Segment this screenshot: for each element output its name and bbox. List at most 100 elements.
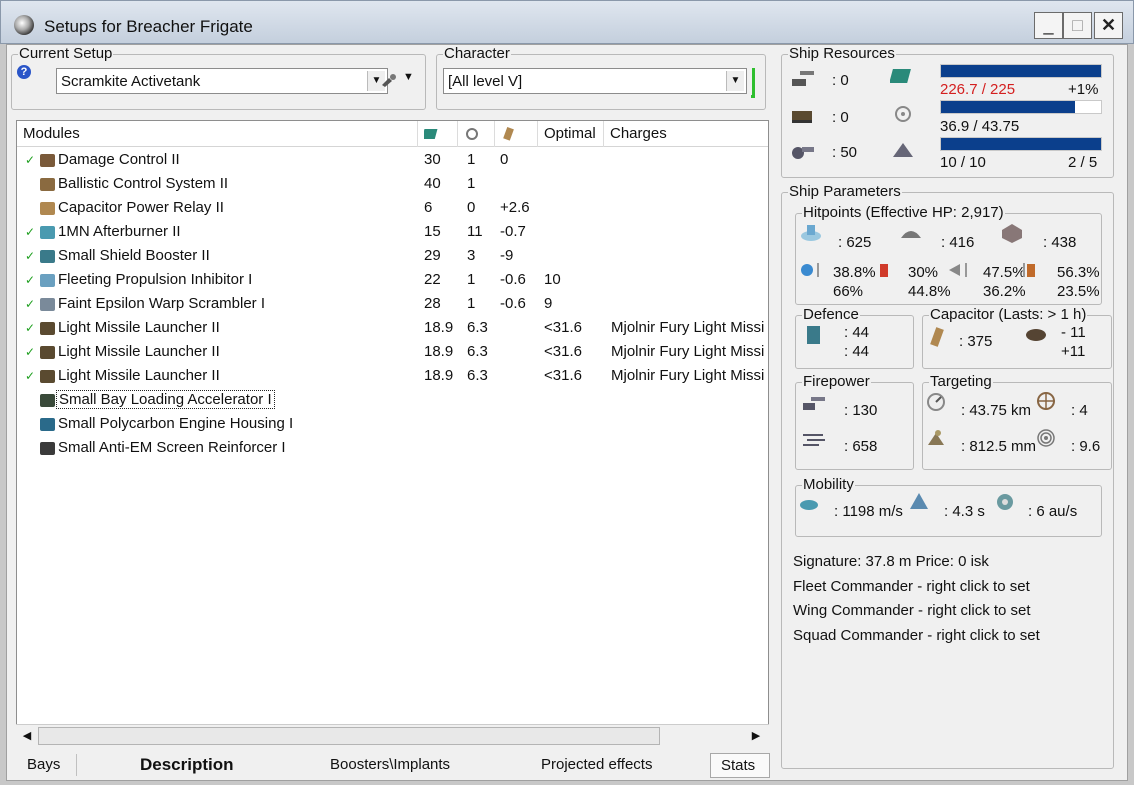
module-icon [40, 418, 55, 431]
active-check-icon: ✓ [25, 153, 36, 167]
sensor-strength-value: : 9.6 [1071, 438, 1101, 455]
module-icon [40, 394, 55, 407]
column-powergrid[interactable] [458, 121, 495, 147]
module-capacitor: -0.6 [500, 271, 526, 288]
modules-table-header: Modules Optimal Charges [17, 121, 768, 147]
tab-bays[interactable]: Bays [27, 756, 60, 773]
close-button[interactable]: ✕ [1094, 12, 1123, 39]
module-icon [40, 370, 55, 383]
module-powergrid: 6.3 [467, 367, 488, 384]
minimize-button[interactable]: _ [1034, 12, 1063, 39]
module-cpu: 30 [424, 151, 441, 168]
module-name: Capacitor Power Relay II [58, 199, 224, 216]
squad-commander-text[interactable]: Squad Commander - right click to set [793, 627, 1040, 644]
module-powergrid: 6.3 [467, 343, 488, 360]
setup-select[interactable]: Scramkite Activetank ▼ [56, 68, 388, 94]
scroll-thumb[interactable] [38, 727, 660, 745]
fleet-commander-text[interactable]: Fleet Commander - right click to set [793, 578, 1030, 595]
warp-speed-value: : 6 au/s [1028, 503, 1078, 520]
module-row[interactable]: ✓ Faint Epsilon Warp Scrambler I 28 1 -0.6 9 [17, 292, 768, 316]
align-time-value: : 4.3 s [944, 503, 985, 520]
structure-hp-icon [1002, 224, 1022, 243]
column-modules[interactable]: Modules [17, 121, 418, 147]
armor-hp-icon [901, 231, 921, 238]
module-name: Small Shield Booster II [58, 247, 210, 264]
tab-boosters-implants[interactable]: Boosters\Implants [330, 756, 450, 773]
setup-select-value: Scramkite Activetank [61, 73, 201, 90]
column-optimal[interactable]: Optimal [538, 121, 604, 147]
slots-bar [940, 137, 1102, 151]
capacitor-legend: Capacitor (Lasts: > 1 h) [929, 306, 1088, 323]
module-optimal: <31.6 [544, 367, 582, 384]
maximize-button[interactable]: □ [1063, 12, 1092, 39]
chevron-down-icon[interactable]: ▼ [726, 71, 744, 91]
max-targets-value: : 4 [1071, 402, 1088, 419]
module-row[interactable]: Ballistic Control System II 40 1 [17, 172, 768, 196]
column-capacitor[interactable] [495, 121, 538, 147]
scroll-right-button[interactable]: ▶ [747, 727, 765, 745]
hitpoints-legend: Hitpoints (Effective HP: 2,917) [802, 204, 1005, 221]
setup-tool-icon[interactable] [380, 72, 398, 88]
module-icon [40, 250, 55, 263]
module-row[interactable]: ✓ Light Missile Launcher II 18.9 6.3 <31.6 Mj… [17, 340, 768, 364]
tab-stats[interactable]: Stats [710, 753, 770, 778]
character-select[interactable]: [All level V] ▼ [443, 68, 747, 94]
horizontal-scrollbar[interactable]: ◀ ▶ [16, 724, 769, 746]
module-powergrid: 11 [467, 223, 483, 240]
app-icon [14, 15, 34, 35]
defence-value-1: : 44 [844, 324, 870, 341]
powergrid-bar [940, 100, 1102, 114]
column-cpu[interactable] [418, 121, 458, 147]
firepower-value-1: : 130 [844, 402, 878, 419]
shield-boost-icon [807, 326, 820, 344]
calibration-value: : 50 [832, 144, 858, 161]
module-row[interactable]: ✓ 1MN Afterburner II 15 11 -0.7 [17, 220, 768, 244]
powergrid-icon [895, 106, 911, 122]
module-name: Fleeting Propulsion Inhibitor I [58, 271, 253, 288]
capacitor-group: Capacitor (Lasts: > 1 h) : 375 - 11 +11 [922, 306, 1112, 369]
module-icon [40, 202, 55, 215]
cpu-icon [890, 69, 911, 83]
kinetic-resist-icon [949, 263, 967, 277]
module-cpu: 6 [424, 199, 433, 216]
capacitor-delta-1: - 11 [1061, 324, 1086, 341]
resist-kinetic-2: 36.2% [983, 283, 1026, 300]
ship-parameters-group: Ship Parameters Hitpoints (Effective HP:… [781, 183, 1114, 769]
capacitor-amount: : 375 [959, 333, 993, 350]
cpu-icon [421, 129, 438, 139]
cpu-usage-text: 226.7 / 225 [940, 81, 1016, 98]
module-row[interactable]: ✓ Damage Control II 30 1 0 [17, 148, 768, 172]
scan-resolution-icon [928, 430, 944, 445]
module-capacitor: -0.6 [500, 295, 526, 312]
module-charges: Mjolnir Fury Light Missi [611, 367, 765, 384]
module-name: Small Anti-EM Screen Reinforcer I [58, 439, 286, 456]
module-name: Damage Control II [58, 151, 180, 168]
module-cpu: 18.9 [424, 319, 454, 336]
thermal-resist-icon [880, 264, 888, 277]
tab-projected-effects[interactable]: Projected effects [541, 756, 652, 773]
defence-group: Defence : 44 : 44 [795, 306, 914, 369]
targeting-range-value: : 43.75 km [961, 402, 1032, 419]
module-row[interactable]: ✓ Light Missile Launcher II 18.9 6.3 <31.6 Mj… [17, 316, 768, 340]
firepower-group: Firepower : 130 : 658 [795, 373, 914, 470]
help-icon[interactable]: ? [17, 65, 31, 79]
column-charges[interactable]: Charges [604, 121, 768, 147]
module-row[interactable]: ✓ Small Shield Booster II 29 3 -9 [17, 244, 768, 268]
title-bar: Setups for Breacher Frigate _ □ ✕ [0, 0, 1134, 44]
wing-commander-text[interactable]: Wing Commander - right click to set [793, 602, 1031, 619]
ship-parameters-legend: Ship Parameters [788, 183, 902, 200]
active-check-icon: ✓ [25, 345, 36, 359]
module-row[interactable]: ✓ Fleeting Propulsion Inhibitor I 22 1 -0.6 1… [17, 268, 768, 292]
module-row[interactable]: Small Bay Loading Accelerator I [17, 388, 768, 412]
setup-menu-chevron-icon[interactable]: ▼ [403, 71, 414, 83]
module-row[interactable]: Capacitor Power Relay II 6 0 +2.6 [17, 196, 768, 220]
active-check-icon: ✓ [25, 273, 36, 287]
launcher-hardpoints-value: : 0 [832, 109, 849, 126]
module-row[interactable]: ✓ Light Missile Launcher II 18.9 6.3 <31.6 Mj… [17, 364, 768, 388]
resist-explosive-1: 56.3% [1057, 264, 1100, 281]
module-row[interactable]: Small Anti-EM Screen Reinforcer I [17, 436, 768, 460]
signature-price-text: Signature: 37.8 m Price: 0 isk [793, 553, 989, 570]
scroll-left-button[interactable]: ◀ [18, 727, 36, 745]
module-row[interactable]: Small Polycarbon Engine Housing I [17, 412, 768, 436]
tab-description[interactable]: Description [140, 755, 234, 775]
